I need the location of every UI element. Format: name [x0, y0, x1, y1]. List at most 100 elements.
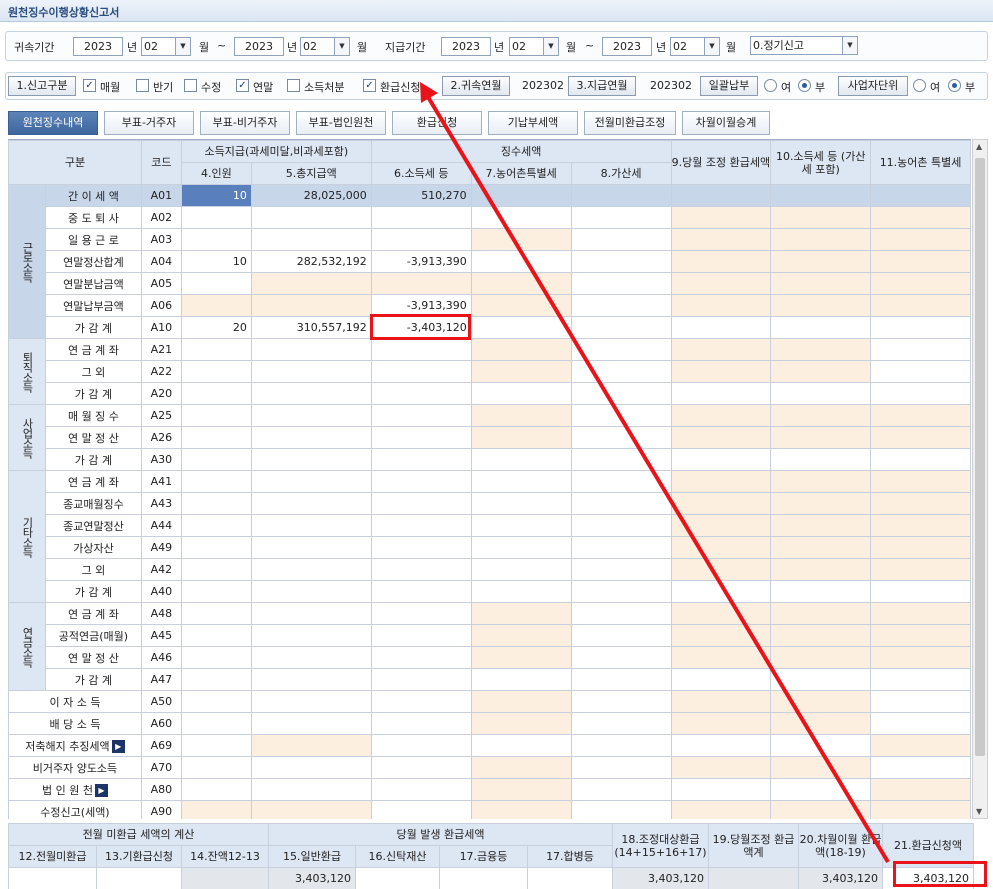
tab-corporate-annex[interactable]: 부표-법인원천	[296, 111, 386, 135]
monthly-checkbox[interactable]: ✓	[83, 79, 96, 92]
pay-start-month-select[interactable]: 02 ▼	[509, 37, 559, 56]
cell-c11[interactable]	[870, 404, 971, 427]
cell-c4[interactable]	[180, 536, 252, 559]
cell-c6[interactable]	[370, 624, 472, 647]
cell-c7[interactable]	[470, 382, 572, 405]
cell-c8[interactable]	[570, 690, 672, 713]
cell-c4[interactable]	[180, 602, 252, 625]
cell-c10[interactable]	[770, 624, 872, 647]
cell-c7[interactable]	[470, 646, 572, 669]
cell-c4[interactable]	[180, 206, 252, 229]
cell-c4[interactable]	[180, 580, 252, 603]
cell-c5[interactable]	[250, 448, 372, 471]
cell-c9[interactable]	[670, 448, 772, 471]
cell-c11[interactable]	[870, 734, 971, 757]
merger-cell[interactable]	[527, 867, 613, 889]
cell-c9[interactable]	[670, 646, 772, 669]
cell-c8[interactable]	[570, 712, 672, 735]
cell-c7[interactable]	[470, 206, 572, 229]
cell-c7[interactable]	[470, 316, 572, 339]
pay-month-button[interactable]: 3.지급연월	[568, 76, 636, 96]
cell-c7[interactable]	[470, 690, 572, 713]
cell-c7[interactable]	[470, 184, 572, 207]
cell-c5[interactable]	[250, 382, 372, 405]
cell-c9[interactable]	[670, 492, 772, 515]
cell-c4[interactable]	[180, 712, 252, 735]
cell-c8[interactable]	[570, 294, 672, 317]
cell-c6[interactable]	[370, 470, 472, 493]
cell-c5[interactable]	[250, 492, 372, 515]
cell-c5[interactable]	[250, 800, 372, 819]
cell-c6[interactable]	[370, 800, 472, 819]
cell-c10[interactable]	[770, 448, 872, 471]
cell-c11[interactable]	[870, 580, 971, 603]
cell-c9[interactable]	[670, 536, 772, 559]
cell-c4[interactable]	[180, 492, 252, 515]
cell-c9[interactable]	[670, 756, 772, 779]
cell-c10[interactable]	[770, 514, 872, 537]
cell-c10[interactable]	[770, 360, 872, 383]
cell-c4[interactable]	[180, 558, 252, 581]
cell-c7[interactable]	[470, 624, 572, 647]
cell-c9[interactable]	[670, 668, 772, 691]
cell-c9[interactable]	[670, 404, 772, 427]
cell-c5[interactable]	[250, 360, 372, 383]
cell-c8[interactable]	[570, 734, 672, 757]
cell-c4[interactable]	[180, 470, 252, 493]
refund-checkbox[interactable]: ✓	[363, 79, 376, 92]
cell-c10[interactable]	[770, 734, 872, 757]
cell-c6[interactable]	[370, 360, 472, 383]
lump-payment-button[interactable]: 일괄납부	[700, 76, 758, 96]
play-arrow-icon[interactable]: ▶	[111, 740, 125, 753]
cell-c5[interactable]	[250, 756, 372, 779]
cell-c11[interactable]	[870, 492, 971, 515]
cell-c7[interactable]	[470, 338, 572, 361]
cell-c4[interactable]: 10	[180, 250, 252, 273]
cell-c9[interactable]	[670, 294, 772, 317]
tab-refund-request[interactable]: 환급신청	[392, 111, 482, 135]
pay-start-year-input[interactable]: 2023	[441, 37, 491, 56]
cell-c4[interactable]	[180, 448, 252, 471]
cell-c11[interactable]	[870, 360, 971, 383]
cell-c5[interactable]	[250, 228, 372, 251]
cell-c11[interactable]	[870, 338, 971, 361]
cell-c9[interactable]	[670, 778, 772, 801]
cell-c6[interactable]	[370, 778, 472, 801]
cell-c7[interactable]	[470, 514, 572, 537]
chevron-down-icon[interactable]: ▼	[334, 38, 349, 55]
cell-c8[interactable]	[570, 602, 672, 625]
vertical-scrollbar[interactable]: ▲ ▼	[972, 139, 988, 819]
cell-c4[interactable]	[180, 228, 252, 251]
cell-c5[interactable]	[250, 580, 372, 603]
cell-c6[interactable]	[370, 492, 472, 515]
cell-c8[interactable]	[570, 646, 672, 669]
cell-c7[interactable]	[470, 558, 572, 581]
cell-c11[interactable]	[870, 250, 971, 273]
cell-c10[interactable]	[770, 228, 872, 251]
cell-c8[interactable]	[570, 580, 672, 603]
yearend-checkbox[interactable]: ✓	[236, 79, 249, 92]
play-arrow-icon[interactable]: ▶	[94, 784, 108, 797]
pay-end-month-select[interactable]: 02 ▼	[670, 37, 720, 56]
cell-c5[interactable]	[250, 602, 372, 625]
cell-c4[interactable]	[180, 404, 252, 427]
cell-c6[interactable]	[370, 558, 472, 581]
cell-c4[interactable]	[180, 294, 252, 317]
belong-month-button[interactable]: 2.귀속연월	[442, 76, 510, 96]
belong-end-year-input[interactable]: 2023	[234, 37, 284, 56]
cell-c9[interactable]	[670, 800, 772, 819]
cell-c10[interactable]	[770, 426, 872, 449]
cell-c5[interactable]	[250, 668, 372, 691]
cell-c10[interactable]	[770, 778, 872, 801]
cell-c10[interactable]	[770, 756, 872, 779]
tab-resident-annex[interactable]: 부표-거주자	[104, 111, 194, 135]
cell-c8[interactable]	[570, 756, 672, 779]
tab-prepaid-tax[interactable]: 기납부세액	[488, 111, 578, 135]
cell-c7[interactable]	[470, 250, 572, 273]
cell-c11[interactable]	[870, 800, 971, 819]
cell-c7[interactable]	[470, 668, 572, 691]
cell-c10[interactable]	[770, 316, 872, 339]
cell-c8[interactable]	[570, 250, 672, 273]
cell-c11[interactable]	[870, 448, 971, 471]
cell-c11[interactable]	[870, 426, 971, 449]
